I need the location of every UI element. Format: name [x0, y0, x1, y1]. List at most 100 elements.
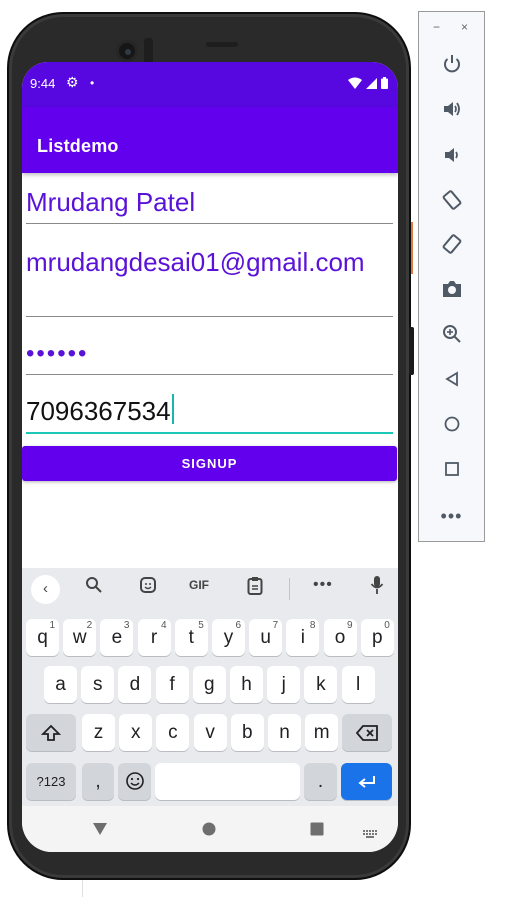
key-label: o: [334, 627, 346, 648]
key-y[interactable]: y6: [212, 619, 245, 656]
enter-key[interactable]: [341, 763, 392, 800]
key-h[interactable]: h: [230, 666, 263, 703]
key-u[interactable]: u7: [249, 619, 283, 656]
emulator-control-panel: − × •••: [418, 11, 485, 542]
key-r[interactable]: r4: [137, 619, 171, 656]
key-label: q: [37, 627, 48, 648]
password-input[interactable]: ••••••: [26, 337, 393, 375]
search-icon[interactable]: [85, 576, 103, 598]
keyboard-collapse-button[interactable]: ‹: [31, 575, 60, 604]
notification-dot-icon: •: [90, 76, 95, 90]
email-input[interactable]: mrudangdesai01@gmail.com: [26, 246, 393, 317]
key-number-hint: 7: [272, 620, 279, 631]
status-icons: [348, 77, 388, 89]
key-b[interactable]: b: [230, 714, 264, 751]
home-icon[interactable]: [419, 416, 484, 437]
key-w[interactable]: w2: [63, 619, 97, 656]
rotate-right-icon[interactable]: [419, 233, 484, 260]
microphone-icon[interactable]: [370, 575, 384, 599]
keyboard-toolbar: ‹ GIF •••: [22, 568, 398, 608]
backspace-key[interactable]: [342, 714, 392, 751]
minimize-icon[interactable]: −: [433, 20, 440, 34]
toolbar-divider: [289, 578, 290, 600]
shift-key[interactable]: [26, 714, 76, 751]
power-icon[interactable]: [419, 54, 484, 79]
app-title: Listdemo: [37, 136, 119, 156]
key-o[interactable]: o9: [323, 619, 357, 656]
key-f[interactable]: f: [155, 666, 189, 703]
key-label: p: [372, 627, 383, 648]
key-x[interactable]: x: [119, 714, 153, 751]
emoji-key[interactable]: [118, 763, 151, 800]
key-c[interactable]: c: [156, 714, 190, 751]
back-icon[interactable]: [419, 371, 484, 392]
key-a[interactable]: a: [44, 666, 77, 703]
key-number-hint: 8: [309, 620, 316, 631]
app-bar: Listdemo: [22, 107, 398, 173]
close-icon[interactable]: ×: [461, 20, 468, 34]
phone-screen: 9:44 ⚙ • Listdemo Mrudang Patel mrudangd…: [22, 62, 398, 852]
key-j[interactable]: j: [267, 666, 301, 703]
key-g[interactable]: g: [192, 666, 226, 703]
space-key[interactable]: [155, 763, 300, 800]
soft-keyboard: ‹ GIF ••• q1w2e3r4t5y6u7i8o9p0 asdfghjkl: [22, 568, 398, 806]
volume-down-icon[interactable]: [419, 145, 484, 170]
symbols-key[interactable]: ?123: [26, 763, 76, 800]
more-options-icon[interactable]: •••: [313, 576, 333, 594]
key-i[interactable]: i8: [286, 619, 320, 656]
front-camera: [116, 40, 138, 62]
rotate-left-icon[interactable]: [419, 189, 484, 216]
signup-button[interactable]: SIGNUP: [22, 446, 397, 481]
key-label: r: [150, 627, 158, 648]
key-label: t: [188, 627, 194, 648]
speaker-slot: [206, 42, 238, 47]
key-k[interactable]: k: [304, 666, 338, 703]
key-label: e: [111, 627, 123, 648]
key-d[interactable]: d: [118, 666, 152, 703]
key-s[interactable]: s: [81, 666, 115, 703]
key-e[interactable]: e3: [100, 619, 134, 656]
key-q[interactable]: q1: [26, 619, 59, 656]
volume-up-icon[interactable]: [419, 99, 484, 124]
key-n[interactable]: n: [268, 714, 301, 751]
phone-input[interactable]: 7096367534: [26, 394, 393, 434]
zoom-icon[interactable]: [419, 324, 484, 349]
power-side-button: [409, 327, 414, 375]
key-label: i: [300, 627, 305, 648]
nav-back-icon[interactable]: [92, 820, 108, 841]
navigation-bar: [22, 806, 398, 852]
clipboard-icon[interactable]: [247, 576, 263, 599]
sensor-slot: [144, 38, 153, 64]
key-p[interactable]: p0: [360, 619, 394, 656]
key-z[interactable]: z: [82, 714, 115, 751]
camera-icon[interactable]: [419, 280, 484, 303]
key-number-hint: 3: [123, 620, 130, 631]
more-icon[interactable]: •••: [419, 506, 484, 527]
status-bar: 9:44 ⚙ •: [22, 62, 398, 107]
nav-overview-icon[interactable]: [310, 820, 324, 841]
key-v[interactable]: v: [193, 714, 227, 751]
key-number-hint: 1: [49, 620, 55, 631]
clock: 9:44: [30, 76, 56, 91]
key-label: w: [72, 627, 87, 648]
keyboard-switch-icon[interactable]: [363, 824, 378, 845]
gif-button[interactable]: GIF: [189, 578, 209, 592]
settings-notification-icon: ⚙: [66, 74, 79, 90]
key-number-hint: 9: [347, 620, 353, 631]
key-number-hint: 2: [86, 620, 93, 631]
key-t[interactable]: t5: [174, 619, 208, 656]
signal-icon: [366, 77, 377, 89]
wifi-icon: [348, 77, 362, 89]
comma-key[interactable]: ,: [82, 763, 114, 800]
period-key[interactable]: .: [304, 763, 337, 800]
overview-icon[interactable]: [419, 461, 484, 482]
text-caret: [171, 394, 174, 424]
key-m[interactable]: m: [305, 714, 339, 751]
name-input[interactable]: Mrudang Patel: [26, 186, 393, 224]
nav-home-icon[interactable]: [202, 820, 216, 841]
key-l[interactable]: l: [341, 666, 375, 703]
battery-icon: [381, 77, 388, 89]
sticker-icon[interactable]: [139, 576, 157, 598]
key-label: y: [223, 627, 234, 648]
key-number-hint: 6: [235, 620, 241, 631]
